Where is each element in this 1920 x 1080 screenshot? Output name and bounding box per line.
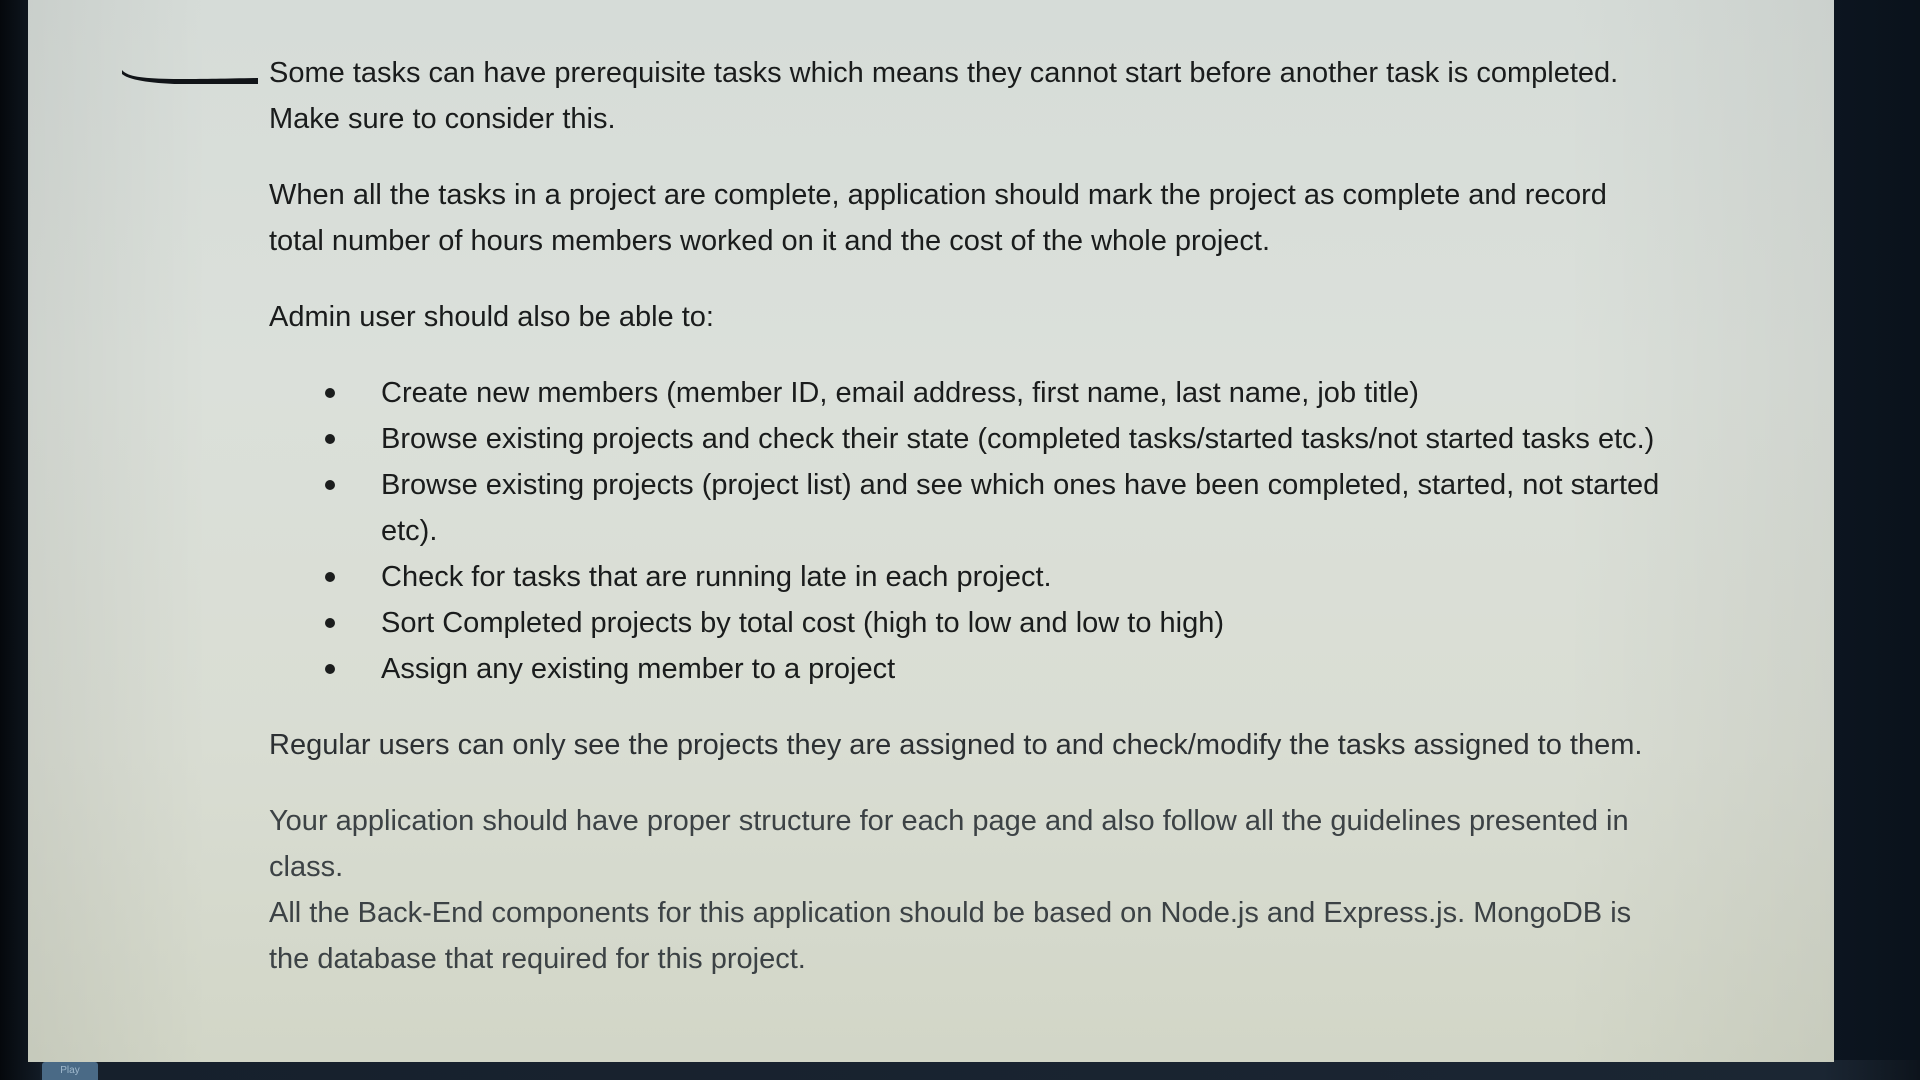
bullet-icon: [325, 572, 335, 582]
list-item: Create new members (member ID, email add…: [241, 370, 1661, 416]
document-page: Some tasks can have prerequisite tasks w…: [28, 0, 1834, 1062]
play-button[interactable]: Play: [42, 1062, 98, 1080]
list-item: Sort Completed projects by total cost (h…: [241, 600, 1661, 646]
bullet-icon: [325, 618, 335, 628]
list-item-text: Sort Completed projects by total cost (h…: [381, 607, 1225, 639]
list-item: Browse existing projects (project list) …: [241, 462, 1661, 554]
list-item-text: Browse existing projects and check their…: [381, 423, 1655, 455]
paragraph-prerequisites: Some tasks can have prerequisite tasks w…: [269, 57, 1619, 135]
list-item-text: Create new members (member ID, email add…: [381, 377, 1419, 409]
bullet-icon: [325, 480, 335, 490]
list-item: Assign any existing member to a project: [241, 646, 1661, 692]
admin-capabilities-list: Create new members (member ID, email add…: [241, 370, 1661, 692]
document-body: Some tasks can have prerequisite tasks w…: [241, 50, 1661, 982]
bullet-icon: [325, 388, 335, 398]
paragraph-backend-requirements: All the Back-End components for this app…: [269, 897, 1632, 975]
pen-marker-mark: [122, 70, 258, 84]
paragraph-regular-users: Regular users can only see the projects …: [269, 729, 1643, 761]
screen-bezel-right: [1830, 0, 1920, 1060]
monitor-screen: Some tasks can have prerequisite tasks w…: [0, 0, 1920, 1080]
bullet-icon: [325, 434, 335, 444]
paragraph-project-completion: When all the tasks in a project are comp…: [269, 179, 1607, 257]
list-item: Check for tasks that are running late in…: [241, 554, 1661, 600]
paragraph-structure-guidelines: Your application should have proper stru…: [269, 805, 1629, 883]
paragraph-admin-intro: Admin user should also be able to:: [269, 301, 714, 333]
list-item-text: Check for tasks that are running late in…: [381, 561, 1052, 593]
list-item-text: Assign any existing member to a project: [381, 653, 896, 685]
list-item-text: Browse existing projects (project list) …: [381, 469, 1660, 547]
list-item: Browse existing projects and check their…: [241, 416, 1661, 462]
bullet-icon: [325, 664, 335, 674]
